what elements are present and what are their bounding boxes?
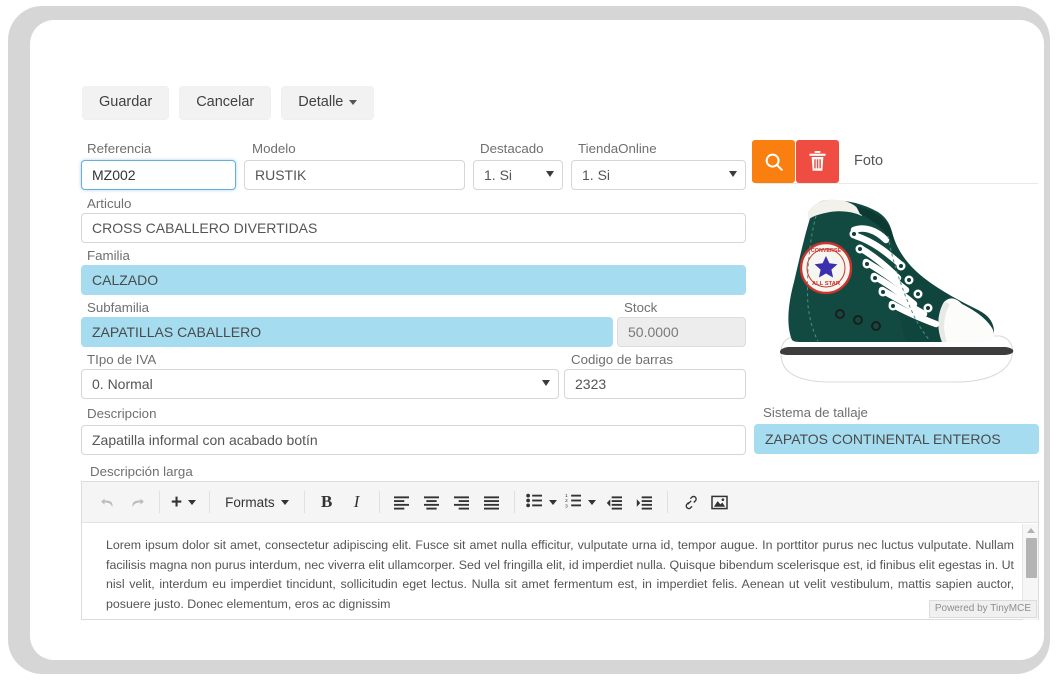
- tienda-online-label: TiendaOnline: [578, 141, 657, 156]
- svg-text:CONVERSE: CONVERSE: [811, 248, 842, 254]
- toolbar-separator: [513, 491, 515, 513]
- articulo-input[interactable]: [81, 213, 746, 243]
- stock-input: [617, 317, 746, 347]
- insert-group: +: [163, 488, 206, 516]
- tinymce-badge[interactable]: Powered by TinyMCE: [928, 600, 1037, 618]
- text-style-group: B I: [308, 488, 376, 516]
- chevron-down-icon: [548, 499, 557, 505]
- action-toolbar: Guardar Cancelar Detalle: [82, 86, 375, 120]
- list-group: 1 2 3: [518, 488, 664, 516]
- photo-divider: [756, 183, 1038, 184]
- codigo-barras-input[interactable]: [564, 369, 746, 399]
- bullet-list-dropdown[interactable]: [522, 488, 561, 516]
- chevron-down-icon: [280, 499, 289, 505]
- formats-label: Formats: [225, 494, 275, 510]
- search-photo-button[interactable]: [752, 140, 795, 183]
- align-justify-icon[interactable]: [477, 488, 507, 516]
- outdent-icon[interactable]: [600, 488, 630, 516]
- toolbar-separator: [378, 491, 380, 513]
- indent-icon[interactable]: [630, 488, 660, 516]
- delete-photo-button[interactable]: [796, 140, 839, 183]
- rich-text-editor: + Formats B I 1 2 3 Lorem ipsum dolor si…: [81, 481, 1039, 620]
- referencia-input[interactable]: [81, 160, 236, 190]
- redo-icon[interactable]: [122, 488, 152, 516]
- numbered-list-dropdown[interactable]: 1 2 3: [561, 488, 600, 516]
- window-frame: Guardar Cancelar Detalle Referencia Mode…: [8, 6, 1050, 674]
- codigo-barras-label: Codigo de barras: [571, 352, 674, 367]
- toolbar-separator: [666, 491, 668, 513]
- undo-icon[interactable]: [92, 488, 122, 516]
- chevron-down-icon: [188, 499, 197, 505]
- stock-label: Stock: [624, 300, 658, 315]
- tienda-online-select-wrapper: 1. Si: [571, 160, 746, 190]
- subfamilia-label: Subfamilia: [87, 300, 150, 315]
- scrollbar-thumb[interactable]: [1026, 538, 1037, 578]
- destacado-select-wrapper: 1. Si: [473, 160, 563, 190]
- sistema-tallaje-label: Sistema de tallaje: [763, 405, 868, 420]
- detail-label: Detalle: [298, 94, 344, 110]
- subfamilia-input[interactable]: [81, 317, 613, 347]
- svg-text:3: 3: [565, 503, 568, 508]
- italic-button[interactable]: I: [342, 488, 372, 516]
- product-photo: CONVERSE ALL STAR: [756, 186, 1038, 398]
- formats-dropdown[interactable]: Formats: [217, 488, 297, 516]
- toolbar-separator: [209, 491, 211, 513]
- toolbar-separator: [303, 491, 305, 513]
- image-icon[interactable]: [705, 488, 735, 516]
- alignment-group: [383, 488, 511, 516]
- editor-toolbar: + Formats B I 1 2 3: [82, 482, 1038, 523]
- familia-label: Familia: [87, 248, 130, 263]
- sistema-tallaje-input[interactable]: [754, 424, 1039, 454]
- align-left-icon[interactable]: [387, 488, 417, 516]
- detail-dropdown-button[interactable]: Detalle: [281, 86, 375, 120]
- sneaker-image: CONVERSE ALL STAR: [780, 199, 1014, 383]
- link-icon[interactable]: [675, 488, 705, 516]
- tipo-iva-select-wrapper: 0. Normal: [81, 369, 559, 399]
- form-card: Guardar Cancelar Detalle Referencia Mode…: [30, 20, 1044, 660]
- referencia-label: Referencia: [87, 141, 152, 156]
- align-right-icon[interactable]: [447, 488, 477, 516]
- trash-icon: [809, 151, 826, 171]
- cancel-button[interactable]: Cancelar: [179, 86, 272, 120]
- destacado-select[interactable]: 1. Si: [473, 160, 563, 190]
- search-icon: [765, 153, 783, 171]
- scroll-up-arrow-icon[interactable]: [1027, 528, 1035, 533]
- descripcion-larga-label: Descripción larga: [90, 464, 193, 479]
- chevron-down-icon: [349, 99, 358, 105]
- chevron-down-icon: [587, 499, 596, 505]
- bold-button[interactable]: B: [312, 488, 342, 516]
- save-button[interactable]: Guardar: [82, 86, 170, 120]
- familia-input[interactable]: [81, 265, 746, 295]
- tienda-online-select[interactable]: 1. Si: [571, 160, 746, 190]
- modelo-input[interactable]: [244, 160, 465, 190]
- insert-media-group: [671, 488, 739, 516]
- svg-text:ALL STAR: ALL STAR: [812, 281, 841, 287]
- numbered-list-icon: 1 2 3: [565, 493, 582, 511]
- insert-dropdown[interactable]: +: [167, 488, 202, 516]
- modelo-label: Modelo: [252, 141, 296, 156]
- descripcion-input[interactable]: [81, 425, 746, 455]
- formats-group: Formats: [213, 488, 301, 516]
- editor-content[interactable]: Lorem ipsum dolor sit amet, consectetur …: [82, 523, 1038, 619]
- articulo-label: Articulo: [87, 196, 132, 211]
- destacado-label: Destacado: [480, 141, 544, 156]
- toolbar-separator: [159, 491, 160, 513]
- tipo-iva-select[interactable]: 0. Normal: [81, 369, 559, 399]
- foto-label: Foto: [854, 153, 884, 169]
- plus-icon: +: [171, 491, 183, 513]
- align-center-icon[interactable]: [417, 488, 447, 516]
- history-group: [88, 488, 156, 516]
- descripcion-label: Descripcion: [87, 406, 157, 421]
- tipo-iva-label: TIpo de IVA: [87, 352, 157, 367]
- bullet-list-icon: [525, 493, 543, 511]
